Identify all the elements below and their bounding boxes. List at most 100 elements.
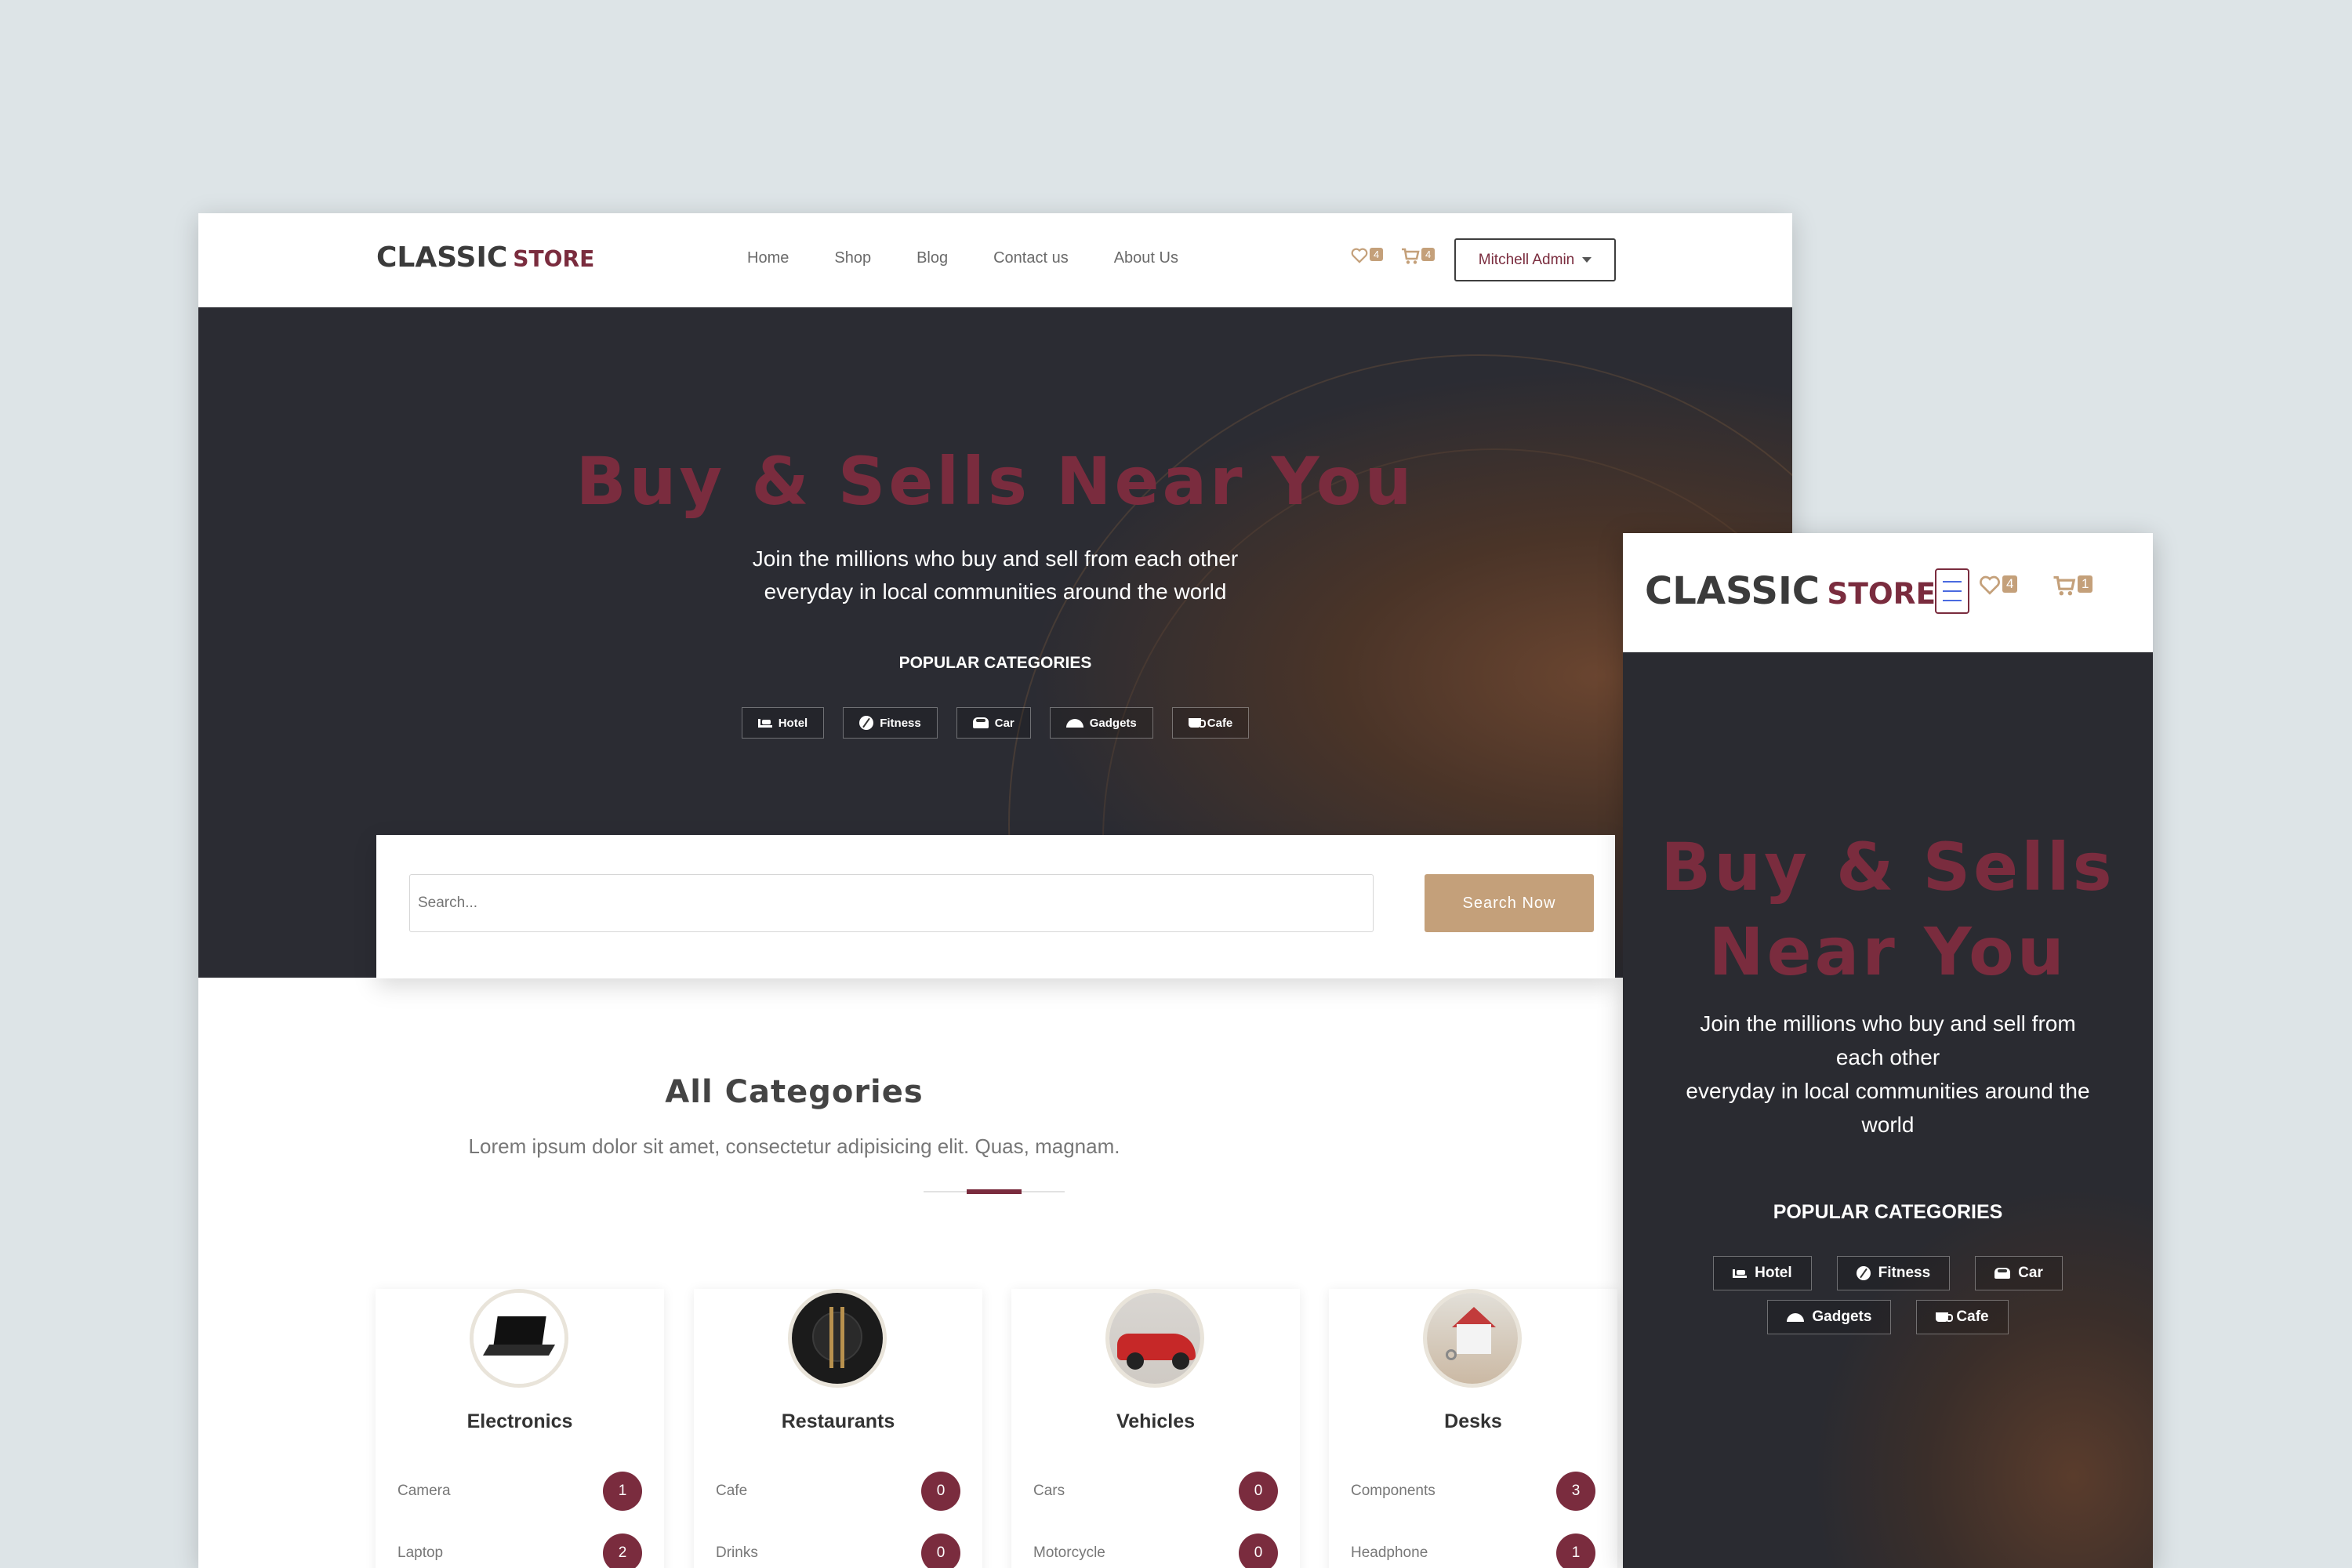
mobile-logo[interactable]: CLASSIC STORE bbox=[1645, 569, 1936, 613]
restaurant-image bbox=[788, 1289, 887, 1388]
chip-label: Car bbox=[2018, 1265, 2043, 1281]
coffee-icon bbox=[1936, 1312, 1954, 1322]
wishlist-link[interactable]: 4 bbox=[1351, 248, 1384, 263]
mobile-hero-section: Buy & Sells Near You Join the millions w… bbox=[1623, 652, 2153, 1568]
subcategory-row[interactable]: Drinks 0 bbox=[716, 1534, 960, 1568]
logo-word-classic: CLASSIC bbox=[1645, 569, 1820, 613]
category-name: Desks bbox=[1444, 1410, 1502, 1432]
category-card-restaurants[interactable]: Restaurants Cafe 0 Drinks 0 bbox=[694, 1289, 982, 1568]
chip-gadgets[interactable]: Gadgets bbox=[1049, 707, 1153, 739]
wishlist-count-badge: 4 bbox=[2002, 575, 2018, 593]
category-card-desks[interactable]: Desks Components 3 Headphone 1 bbox=[1329, 1289, 1617, 1568]
subcategory-label: Motorcycle bbox=[1033, 1544, 1105, 1561]
chip-label: Hotel bbox=[1755, 1265, 1792, 1281]
search-input[interactable] bbox=[409, 874, 1374, 932]
subcategory-row[interactable]: Motorcycle 0 bbox=[1033, 1534, 1278, 1568]
cart-count-badge: 4 bbox=[1421, 248, 1436, 261]
count-badge: 1 bbox=[1556, 1534, 1595, 1568]
chip-fitness[interactable]: Fitness bbox=[1836, 1256, 1951, 1290]
subcategory-row[interactable]: Headphone 1 bbox=[1351, 1534, 1595, 1568]
hero-title-line: Near You bbox=[1708, 913, 2067, 990]
hero-subtitle-line: each other bbox=[1835, 1045, 1940, 1069]
main-nav: Home Shop Blog Contact us About Us bbox=[747, 249, 1178, 267]
chip-gadgets[interactable]: Gadgets bbox=[1767, 1300, 1892, 1334]
desktop-mockup: CLASSIC STORE Home Shop Blog Contact us A… bbox=[198, 213, 1792, 1568]
logo-word-classic: CLASSIC bbox=[376, 241, 508, 274]
logo[interactable]: CLASSIC STORE bbox=[376, 241, 594, 274]
house-image bbox=[1423, 1289, 1522, 1388]
chip-label: Car bbox=[994, 716, 1014, 730]
hero-subtitle: Join the millions who buy and sell from … bbox=[198, 543, 1792, 608]
car-icon bbox=[972, 717, 989, 728]
chip-fitness[interactable]: Fitness bbox=[843, 707, 938, 739]
search-now-button[interactable]: Search Now bbox=[1425, 874, 1594, 932]
subcategory-label: Drinks bbox=[716, 1544, 758, 1561]
mobile-cart-link[interactable]: 1 bbox=[2053, 575, 2093, 597]
fitness-icon bbox=[1856, 1266, 1871, 1280]
subcategory-row[interactable]: Cars 0 bbox=[1033, 1472, 1278, 1511]
subcategory-label: Laptop bbox=[397, 1544, 444, 1561]
subcategory-row[interactable]: Camera 1 bbox=[397, 1472, 642, 1511]
hero-subtitle-line: Join the millions who buy and sell from bbox=[1700, 1011, 2076, 1036]
hero-subtitle-line: world bbox=[1861, 1112, 1915, 1137]
chip-car[interactable]: Car bbox=[956, 707, 1031, 739]
count-badge: 2 bbox=[603, 1534, 642, 1568]
caret-down-icon bbox=[1582, 257, 1592, 263]
mobile-hero-subtitle: Join the millions who buy and sell from … bbox=[1623, 1007, 2153, 1142]
logo-word-store: STORE bbox=[513, 246, 595, 272]
nav-contact-us[interactable]: Contact us bbox=[993, 249, 1069, 267]
chip-label: Cafe bbox=[1207, 716, 1233, 730]
count-badge: 0 bbox=[921, 1534, 960, 1568]
category-card-electronics[interactable]: Electronics Camera 1 Laptop 2 bbox=[376, 1289, 664, 1568]
hero-subtitle-line: Join the millions who buy and sell from … bbox=[752, 546, 1239, 571]
chip-label: Cafe bbox=[1956, 1308, 1989, 1325]
popular-categories-title: POPULAR CATEGORIES bbox=[898, 654, 1092, 672]
hero-title-line: Buy & Sells bbox=[1661, 829, 2115, 906]
categories-title: All Categories bbox=[665, 1074, 924, 1110]
section-divider bbox=[924, 1189, 1065, 1194]
search-panel: Search Now bbox=[376, 835, 1615, 978]
hamburger-icon bbox=[1943, 581, 1962, 583]
fitness-icon bbox=[859, 716, 874, 730]
nav-blog[interactable]: Blog bbox=[916, 249, 948, 267]
mobile-wishlist-link[interactable]: 4 bbox=[1979, 575, 2018, 595]
nav-home[interactable]: Home bbox=[747, 249, 789, 267]
chip-hotel[interactable]: Hotel bbox=[741, 707, 825, 739]
subcategory-row[interactable]: Components 3 bbox=[1351, 1472, 1595, 1511]
cart-icon bbox=[2053, 575, 2076, 596]
chip-car[interactable]: Car bbox=[1975, 1256, 2063, 1290]
hero-subtitle-line: everyday in local communities around the bbox=[1686, 1079, 2090, 1103]
menu-toggle-button[interactable] bbox=[1935, 568, 1969, 614]
mobile-mockup: CLASSIC STORE 4 1 Buy & Sells Near You Jo… bbox=[1623, 533, 2153, 1568]
chip-cafe[interactable]: Cafe bbox=[1171, 707, 1250, 739]
account-label: Mitchell Admin bbox=[1478, 251, 1575, 268]
count-badge: 0 bbox=[1239, 1534, 1278, 1568]
category-card-vehicles[interactable]: Vehicles Cars 0 Motorcycle 0 bbox=[1011, 1289, 1300, 1568]
chip-label: Gadgets bbox=[1089, 716, 1137, 730]
count-badge: 0 bbox=[1239, 1472, 1278, 1511]
subcategory-row[interactable]: Laptop 2 bbox=[397, 1534, 642, 1568]
car-image bbox=[1105, 1289, 1204, 1388]
account-dropdown[interactable]: Mitchell Admin bbox=[1454, 238, 1616, 281]
chip-label: Hotel bbox=[778, 716, 808, 730]
cart-link[interactable]: 4 bbox=[1401, 248, 1436, 265]
category-name: Vehicles bbox=[1116, 1410, 1196, 1432]
car-icon bbox=[1994, 1268, 2011, 1279]
nav-shop[interactable]: Shop bbox=[834, 249, 871, 267]
nav-about-us[interactable]: About Us bbox=[1114, 249, 1178, 267]
gadget-icon bbox=[1065, 718, 1083, 728]
chip-hotel[interactable]: Hotel bbox=[1713, 1256, 1812, 1290]
chip-cafe[interactable]: Cafe bbox=[1916, 1300, 2009, 1334]
wishlist-count-badge: 4 bbox=[1370, 248, 1384, 261]
chip-label: Fitness bbox=[880, 716, 921, 730]
gadget-icon bbox=[1787, 1312, 1805, 1322]
cart-count-badge: 1 bbox=[2078, 575, 2093, 593]
subcategory-label: Cafe bbox=[716, 1483, 748, 1499]
header: CLASSIC STORE Home Shop Blog Contact us A… bbox=[198, 213, 1792, 307]
popular-categories: Hotel Fitness Car Gadgets Cafe bbox=[198, 707, 1792, 739]
chip-label: Fitness bbox=[1878, 1265, 1931, 1281]
coffee-icon bbox=[1188, 718, 1206, 728]
count-badge: 1 bbox=[603, 1472, 642, 1511]
heart-icon bbox=[1351, 248, 1368, 263]
subcategory-row[interactable]: Cafe 0 bbox=[716, 1472, 960, 1511]
